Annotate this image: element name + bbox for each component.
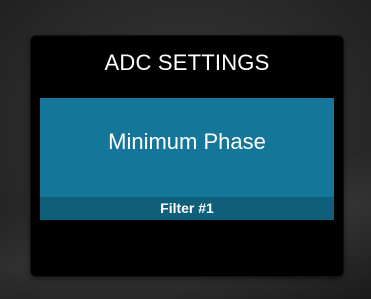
selected-setting-panel[interactable]: Minimum Phase Filter #1	[40, 98, 334, 220]
setting-label: Filter #1	[40, 197, 334, 220]
setting-value: Minimum Phase	[108, 129, 266, 154]
screen-title: ADC SETTINGS	[104, 50, 270, 75]
display-screen: ADC SETTINGS Minimum Phase Filter #1	[31, 36, 343, 276]
